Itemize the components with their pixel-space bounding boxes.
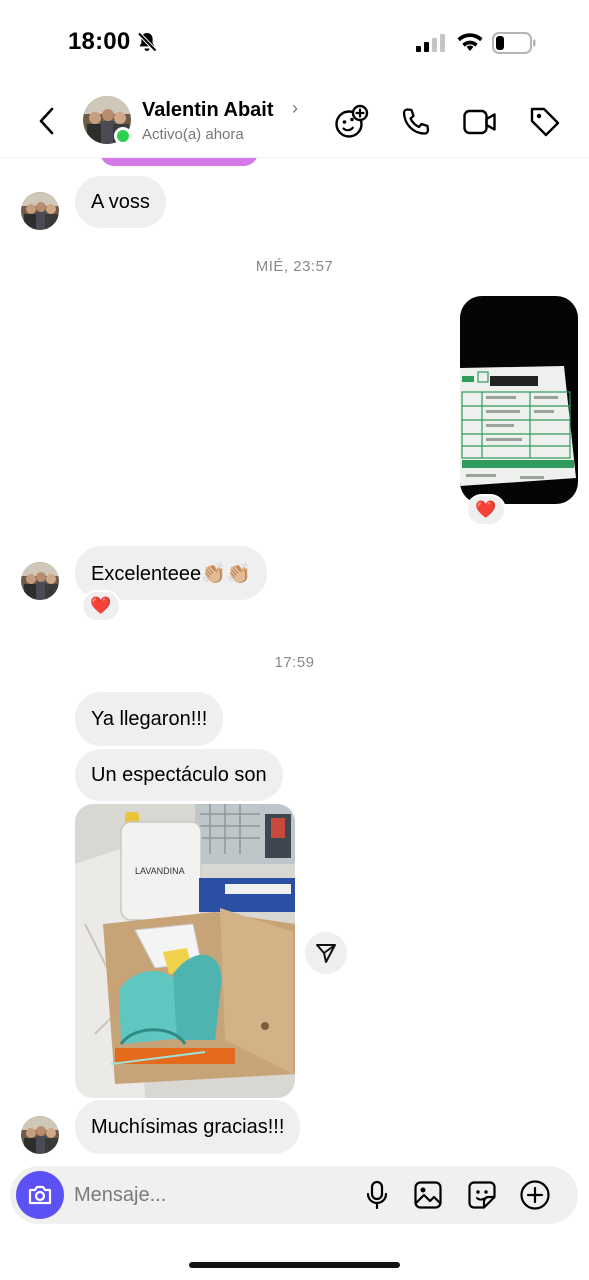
heart-reaction[interactable]: ❤️ <box>466 494 506 526</box>
received-image-message[interactable]: LAVANDINA <box>75 804 295 1098</box>
online-status-dot <box>114 127 132 145</box>
tag-icon <box>530 107 560 137</box>
message-input[interactable] <box>74 1175 344 1215</box>
shoes-box-photo: LAVANDINA <box>75 804 295 1098</box>
video-camera-icon <box>463 109 496 135</box>
sender-avatar[interactable] <box>21 1116 59 1154</box>
message-composer <box>10 1166 578 1224</box>
video-call-button[interactable] <box>460 102 500 142</box>
sender-avatar[interactable] <box>21 192 59 230</box>
received-message[interactable]: A voss <box>75 176 166 228</box>
message-text: A voss <box>91 190 150 213</box>
chevron-left-icon <box>39 107 54 135</box>
sticker-icon <box>468 1181 496 1209</box>
camera-icon <box>28 1185 52 1205</box>
back-button[interactable] <box>30 104 64 138</box>
battery-icon <box>492 32 536 54</box>
received-message[interactable]: Un espectáculo son <box>75 749 283 801</box>
contact-status: Activo(a) ahora <box>142 126 244 143</box>
games-button[interactable] <box>331 102 371 142</box>
contact-name[interactable]: Valentin Abait <box>142 99 274 122</box>
timestamp: MIÉ, 23:57 <box>255 258 334 275</box>
sent-image-message[interactable] <box>460 296 578 504</box>
received-message[interactable]: Ya llegaron!!! <box>75 692 224 746</box>
microphone-icon <box>366 1180 388 1210</box>
chat-header: Valentin Abait › Activo(a) ahora <box>0 88 589 158</box>
message-text: Excelenteee👏🏼👏🏼 <box>91 562 251 585</box>
sender-avatar[interactable] <box>21 562 59 600</box>
paper-plane-icon <box>316 944 336 963</box>
chevron-right-icon[interactable]: › <box>292 98 298 119</box>
gallery-button[interactable] <box>411 1178 445 1212</box>
message-text: Muchísimas gracias!!! <box>91 1115 285 1138</box>
home-indicator[interactable] <box>189 1262 400 1268</box>
message-text: Un espectáculo son <box>91 763 267 786</box>
status-time: 18:00 <box>68 28 131 55</box>
voice-call-button[interactable] <box>396 102 436 142</box>
share-button[interactable] <box>305 932 347 974</box>
game-face-plus-icon <box>335 104 369 138</box>
label-button[interactable] <box>525 102 565 142</box>
status-bar: 18:00 <box>0 0 589 88</box>
sticker-button[interactable] <box>465 1178 499 1212</box>
image-icon <box>414 1181 442 1209</box>
bell-muted-icon <box>137 32 157 52</box>
wifi-icon <box>457 33 483 51</box>
heart-reaction[interactable]: ❤️ <box>81 590 121 622</box>
message-text: Ya llegaron!!! <box>91 707 208 730</box>
received-message[interactable]: Muchísimas gracias!!! <box>75 1100 301 1154</box>
plus-circle-icon <box>520 1180 550 1210</box>
message-thread[interactable]: A voss MIÉ, 23:57 ❤️ Excelenteee👏🏼👏🏼 ❤️ … <box>0 148 589 1160</box>
jug-label: LAVANDINA <box>135 866 185 876</box>
receipt-photo <box>460 296 578 504</box>
timestamp: 17:59 <box>274 654 315 671</box>
more-options-button[interactable] <box>518 1178 552 1212</box>
voice-message-button[interactable] <box>360 1178 394 1212</box>
phone-icon <box>402 108 430 135</box>
cellular-signal-icon <box>416 34 445 52</box>
camera-button[interactable] <box>16 1171 64 1219</box>
